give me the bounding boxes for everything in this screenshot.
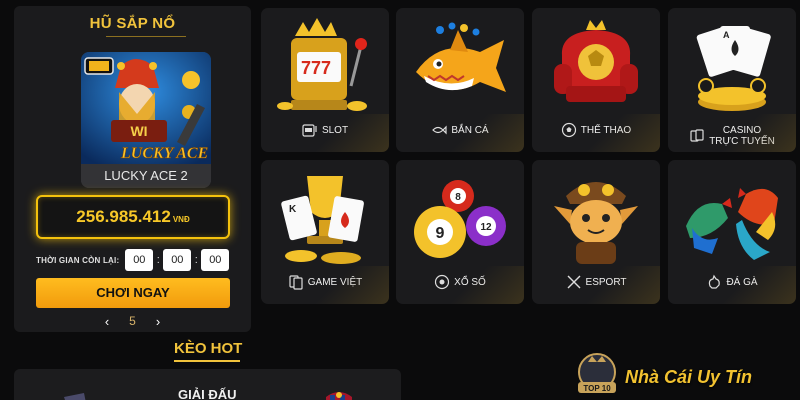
crossed-swords-icon (567, 275, 581, 289)
trophy-cards-icon: K (281, 176, 364, 264)
category-slot[interactable]: 777 SLOT (261, 8, 389, 152)
category-casino-label-group: CASINO TRỰC TUYẾN (709, 125, 775, 147)
category-label: XỔ SỐ (396, 274, 524, 290)
jackpot-amount-box: 256.985.412 VNĐ (36, 195, 230, 239)
top10-badge-text: TOP 10 (583, 384, 611, 393)
category-game-viet-label: GAME VIỆT (307, 276, 363, 288)
top10-badge-icon: TOP 10 (578, 353, 616, 393)
lottery-balls-icon: 8 9 12 (414, 180, 506, 258)
category-esport[interactable]: ESPORT (532, 160, 660, 304)
category-sports-label: THỂ THAO (580, 124, 632, 136)
fish-icon (432, 125, 447, 135)
league-label: GIẢI ĐẤU (178, 387, 237, 400)
jackpot-title-underline (106, 36, 186, 37)
jackpot-pager: ‹ 5 › (14, 311, 251, 331)
slot-machine-icon (302, 124, 317, 137)
jackpot-panel: HŨ SẮP NỔ WI LUCKY ACE 2 LUCKY ACE 2 256… (14, 6, 251, 332)
category-label: GAME VIỆT (261, 274, 389, 290)
hot-section-underline (174, 360, 240, 362)
casino-cards-icon: A (696, 26, 771, 111)
chevron-right-icon[interactable]: › (156, 314, 160, 329)
countdown-separator: : (156, 254, 160, 266)
brand-watermark: TOP 10 Nhà Cái Uy Tín (572, 352, 800, 400)
play-now-button[interactable]: CHƠI NGAY (36, 278, 230, 308)
category-esport-label: ESPORT (585, 276, 627, 288)
casino-home-page: HŨ SẮP NỔ WI LUCKY ACE 2 LUCKY ACE 2 256… (0, 0, 800, 400)
countdown-separator: : (194, 254, 198, 266)
svg-text:LUCKY ACE 2: LUCKY ACE 2 (120, 145, 211, 162)
category-cockfight[interactable]: ĐÁ GÀ (668, 160, 796, 304)
jackpot-title: HŨ SẮP NỔ (89, 15, 176, 32)
slot-machine-icon: 777 (277, 18, 367, 111)
category-sports[interactable]: THỂ THAO (532, 8, 660, 152)
countdown-hours: 00 (125, 249, 154, 271)
jackpot-game-name: LUCKY ACE 2 (81, 164, 211, 188)
soccer-ball-icon (561, 122, 576, 138)
shark-fish-icon (416, 22, 506, 92)
countdown-minutes: 00 (163, 249, 192, 271)
jackpot-game-card[interactable]: WI LUCKY ACE 2 LUCKY ACE 2 (81, 52, 211, 188)
svg-text:12: 12 (480, 222, 492, 233)
team-crest-icon (326, 392, 352, 400)
countdown-seconds: 00 (201, 249, 230, 271)
chevron-left-icon[interactable]: ‹ (105, 314, 109, 329)
category-casino[interactable]: A CASINO TRỰC TUYẾN (668, 8, 796, 152)
category-game-viet[interactable]: K GAME VIỆT (261, 160, 389, 304)
sports-throne-icon (554, 20, 638, 102)
svg-text:WI: WI (130, 123, 147, 139)
fighting-roosters-icon (686, 188, 778, 260)
category-slot-label: SLOT (321, 124, 349, 136)
svg-text:8: 8 (455, 192, 461, 203)
esport-character-icon (554, 182, 638, 264)
category-casino-label-line1: CASINO (722, 125, 762, 136)
category-lottery-label: XỔ SỐ (454, 276, 486, 288)
rooster-icon (709, 274, 721, 289)
jackpot-amount: 256.985.412 (76, 207, 171, 226)
hot-section-title: KÈO HOT (174, 340, 243, 357)
hot-match-panel[interactable]: GIẢI ĐẤU (14, 369, 401, 400)
category-label: SLOT (261, 122, 389, 138)
svg-text:9: 9 (436, 225, 445, 242)
category-fishing-label: BẮN CÁ (451, 124, 489, 136)
category-casino-label-line2: TRỰC TUYẾN (709, 136, 775, 147)
page-number: 5 (129, 314, 136, 328)
category-label: THỂ THAO (532, 122, 660, 138)
playing-cards-icon (690, 129, 704, 142)
category-cockfight-label: ĐÁ GÀ (726, 276, 758, 288)
lucky-ace-thumbnail: WI LUCKY ACE 2 (81, 52, 211, 164)
jackpot-currency: VNĐ (172, 215, 190, 224)
category-label: CASINO TRỰC TUYẾN (668, 125, 796, 147)
brand-name: Nhà Cái Uy Tín (625, 367, 753, 387)
svg-text:K: K (289, 204, 297, 215)
category-label: BẮN CÁ (396, 122, 524, 138)
category-fishing[interactable]: BẮN CÁ (396, 8, 524, 152)
svg-text:A: A (723, 30, 730, 40)
lottery-ball-icon (435, 274, 450, 290)
svg-text:777: 777 (301, 58, 331, 78)
card-game-icon (289, 275, 303, 290)
league-flag-icon (64, 393, 86, 400)
category-lottery[interactable]: 8 9 12 XỔ SỐ (396, 160, 524, 304)
countdown-label: THỜI GIAN CÒN LẠI: (36, 255, 120, 265)
category-label: ĐÁ GÀ (668, 274, 796, 290)
category-label: ESPORT (532, 274, 660, 290)
countdown-row: THỜI GIAN CÒN LẠI: 00 : 00 : 00 (36, 248, 230, 272)
